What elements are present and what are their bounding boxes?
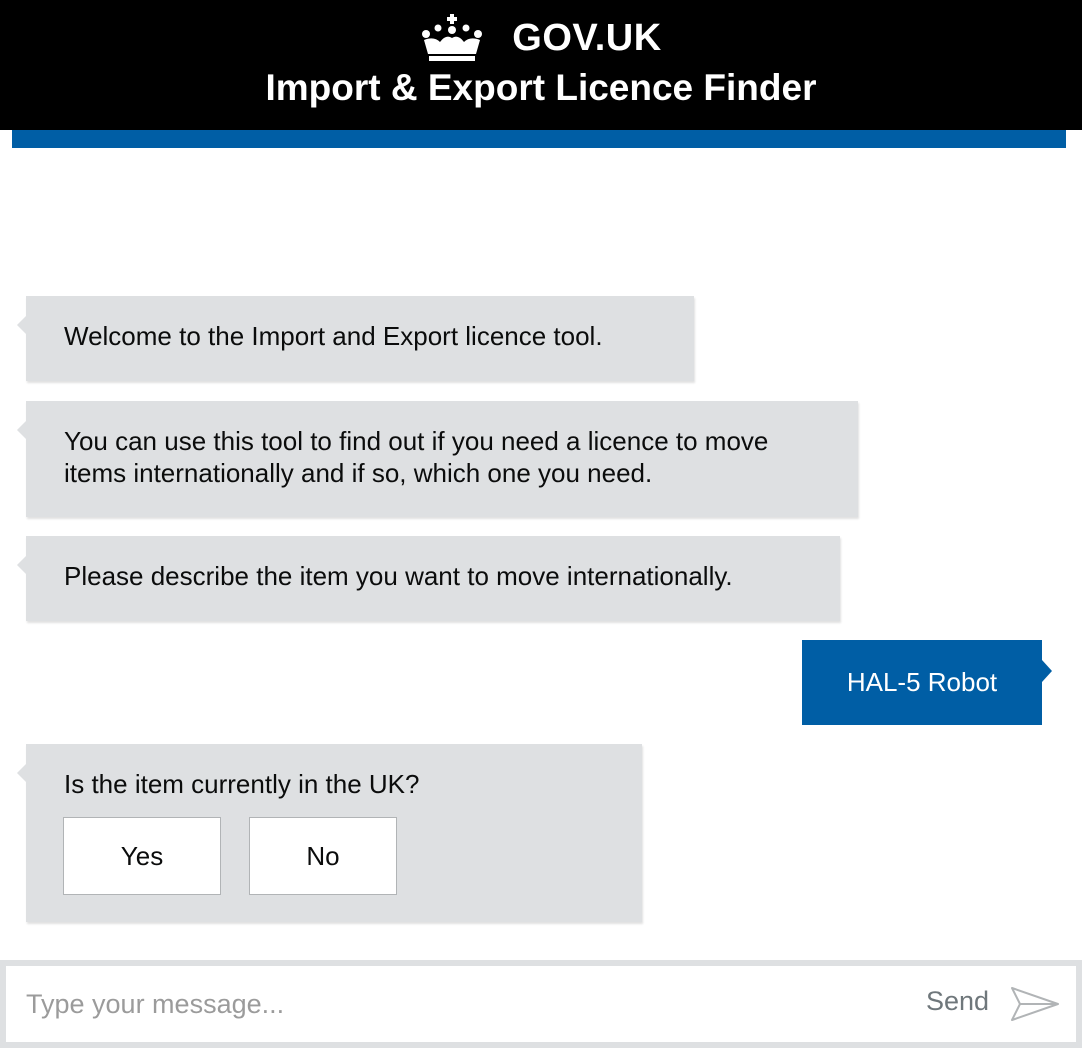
question-text: Is the item currently in the UK?	[64, 769, 420, 799]
brand-row: GOV.UK	[0, 12, 1082, 64]
bot-message-text: Welcome to the Import and Export licence…	[64, 321, 603, 351]
brand-name[interactable]: GOV.UK	[512, 17, 661, 60]
crown-icon	[422, 14, 483, 61]
user-message-text: HAL-5 Robot	[846, 667, 998, 697]
message-composer: Send	[0, 960, 1082, 1048]
user-message: HAL-5 Robot	[802, 640, 1052, 725]
service-title: Import & Export Licence Finder	[265, 67, 817, 108]
no-button[interactable]: No	[249, 817, 397, 895]
bot-message-text: You can use this tool to find out if you…	[64, 426, 769, 488]
site-header: GOV.UK Import & Export Licence Finder	[0, 0, 1082, 130]
chat-transcript: Welcome to the Import and Export licence…	[0, 148, 1082, 960]
header-accent-bar	[12, 130, 1066, 148]
send-label[interactable]: Send	[926, 986, 989, 1017]
message-input[interactable]	[26, 984, 886, 1024]
bot-message: Welcome to the Import and Export licence…	[17, 296, 694, 381]
bot-message: Please describe the item you want to mov…	[17, 536, 840, 621]
bot-message: You can use this tool to find out if you…	[17, 401, 858, 517]
yes-button[interactable]: Yes	[63, 817, 221, 895]
composer-box: Send	[6, 966, 1076, 1042]
paper-plane-icon[interactable]	[1010, 986, 1060, 1022]
bot-message-text: Please describe the item you want to mov…	[64, 561, 733, 591]
bot-question: Is the item currently in the UK? Yes No	[17, 744, 642, 922]
